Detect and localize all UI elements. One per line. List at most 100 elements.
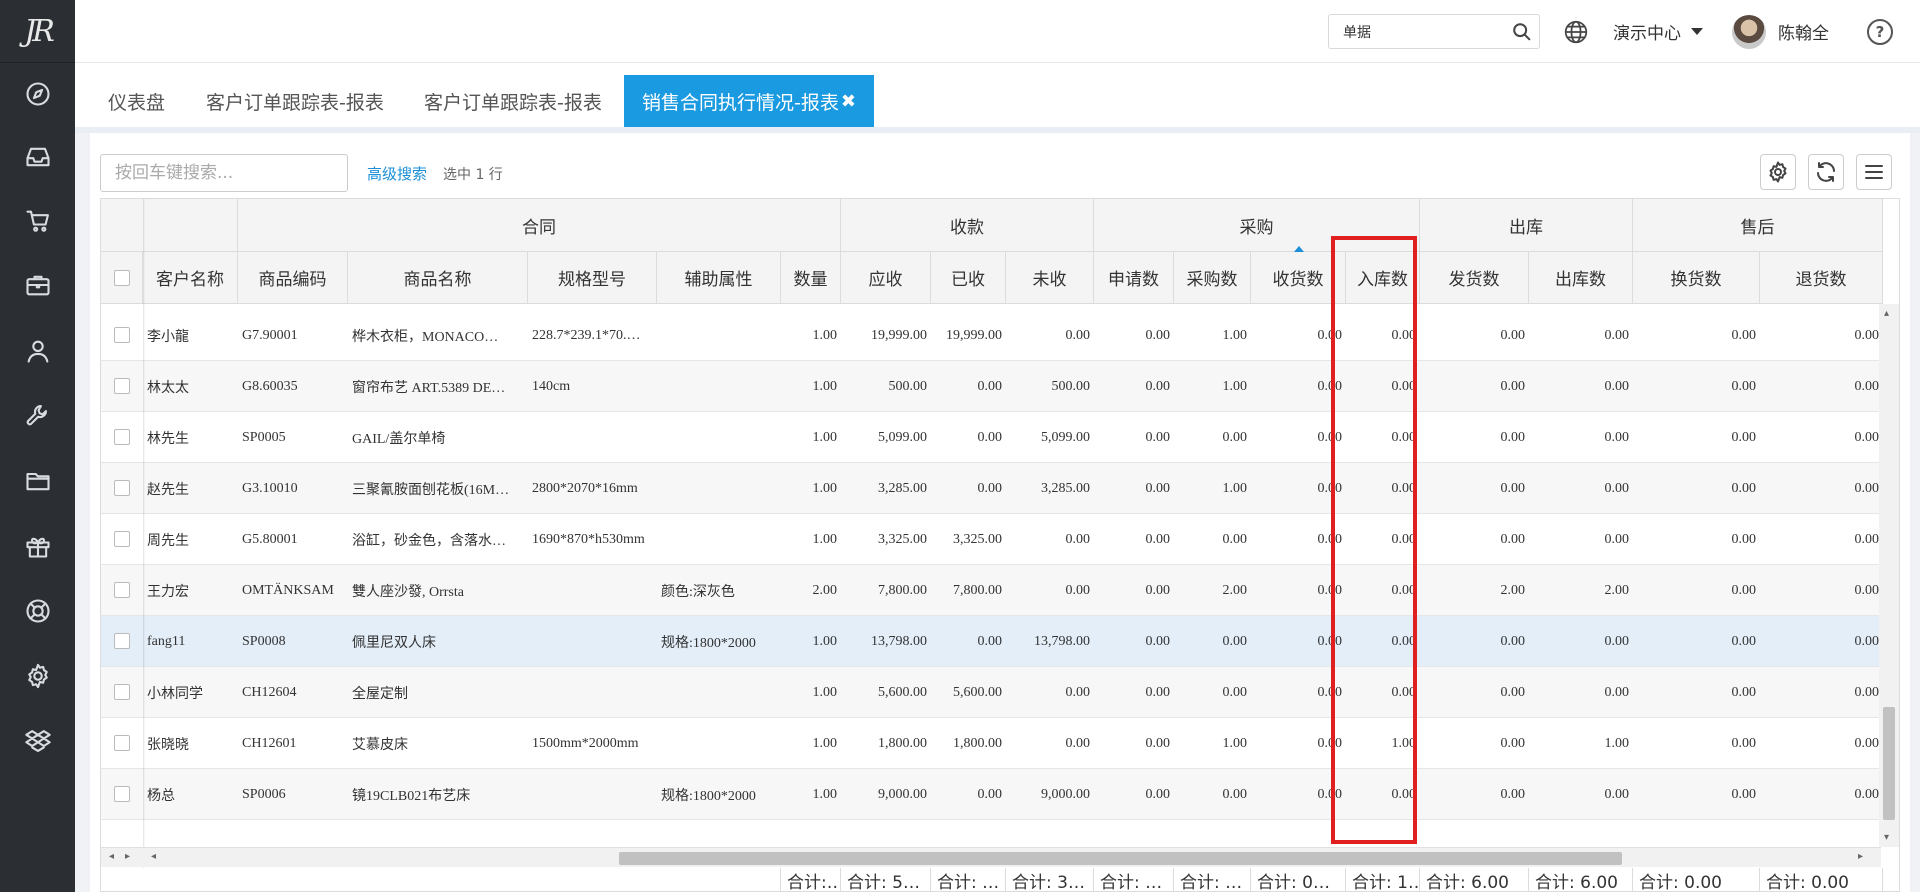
column-header-product-code[interactable]: 商品编码 (238, 252, 348, 304)
footer-total-quantity: 合计:… (781, 868, 841, 891)
cell-requested: 0.00 (1145, 480, 1171, 496)
column-header-received[interactable]: 已收 (931, 252, 1006, 304)
help-button[interactable]: ? (1867, 0, 1893, 63)
tab-dashboard[interactable]: 仪表盘 (108, 75, 165, 127)
grid-search-input[interactable] (101, 155, 347, 191)
table-row[interactable]: 林先生 SP0005 GAIL/盖尔单椅 1.00 5,099.00 0.00 5,099.… (101, 412, 1881, 463)
tab-sales-contract-report[interactable]: 销售合同执行情况-报表 ✖ (624, 75, 874, 127)
dropbox-icon[interactable] (0, 721, 75, 761)
table-row[interactable]: 王力宏 OMTÄNKSAM 雙人座沙發, Orrsta 颜色:深灰色 2.00 7,800… (101, 565, 1881, 616)
cell-product-code: OMTÄNKSAM (242, 582, 334, 598)
scroll-right-arrow-icon[interactable]: ▸ (125, 851, 130, 862)
row-checkbox[interactable] (114, 684, 130, 700)
table-row[interactable]: 小林同学 CH12604 全屋定制 1.00 5,600.00 5,600.00 0.00 0… (101, 667, 1881, 718)
cell-received: 7,800.00 (953, 582, 1002, 598)
app-logo[interactable]: JR (0, 0, 75, 63)
grid-search-box[interactable] (100, 154, 348, 192)
scroll-right-arrow-icon[interactable]: ▸ (1858, 851, 1863, 862)
user-menu[interactable]: 陈翰全 (1732, 0, 1829, 63)
column-header-unreceived[interactable]: 未收 (1006, 252, 1094, 304)
table-row[interactable]: 李小龍 G7.90001 桦木衣柜，MONACO… 228.7*239.1*70.… 1… (101, 310, 1881, 361)
row-checkbox[interactable] (114, 327, 130, 343)
column-header-product-name[interactable]: 商品名称 (348, 252, 528, 304)
scroll-left-arrow-icon[interactable]: ◂ (151, 851, 156, 862)
row-checkbox[interactable] (114, 378, 130, 394)
report-grid: 合同 收款 采购 出库 售后 客户名称 商品编码 商品名称 规格型号 辅助属性 数量 应收已… (100, 198, 1900, 892)
cell-quantity: 1.00 (812, 480, 838, 496)
row-checkbox[interactable] (114, 735, 130, 751)
cell-customer-name: 张晓晓 (147, 737, 189, 753)
scroll-left-arrow-icon[interactable]: ◂ (109, 851, 114, 862)
row-checkbox[interactable] (114, 786, 130, 802)
table-row[interactable]: 林太太 G8.60035 窗帘布艺 ART.5389 DE… 140cm 1.00 500… (101, 361, 1881, 412)
sidebar: JR (0, 0, 75, 892)
cell-purchased: 0.00 (1222, 429, 1248, 445)
cell-returned: 0.00 (1854, 480, 1880, 496)
row-checkbox[interactable] (114, 582, 130, 598)
cell-goods-received: 0.00 (1317, 378, 1343, 394)
language-globe-icon[interactable] (1563, 0, 1589, 63)
column-header-shipped[interactable]: 发货数 (1420, 252, 1529, 304)
cell-requested: 0.00 (1145, 684, 1171, 700)
gift-icon[interactable] (0, 526, 75, 566)
menu-button[interactable] (1856, 154, 1892, 190)
inbox-icon[interactable] (0, 137, 75, 177)
row-checkbox[interactable] (114, 480, 130, 496)
cell-stocked-in: 0.00 (1391, 429, 1417, 445)
column-header-receivable[interactable]: 应收 (841, 252, 931, 304)
refresh-button[interactable] (1808, 154, 1844, 190)
user-icon[interactable] (0, 331, 75, 371)
column-header-customer-name[interactable]: 客户名称 (143, 252, 238, 304)
cell-returned: 0.00 (1854, 327, 1880, 343)
grid-settings-button[interactable] (1760, 154, 1796, 190)
column-header-returned[interactable]: 退货数 (1760, 252, 1883, 304)
global-search-input[interactable] (1329, 15, 1499, 48)
table-row[interactable]: 赵先生 G3.10010 三聚氰胺面刨花板(16M… 2800*2070*16mm 1.… (101, 463, 1881, 514)
cell-quantity: 1.00 (812, 378, 838, 394)
compass-icon[interactable] (0, 74, 75, 114)
tab-customer-order-report-2[interactable]: 客户订单跟踪表-报表 (424, 75, 602, 127)
column-header-requested[interactable]: 申请数 (1094, 252, 1174, 304)
column-header-purchased[interactable]: 采购数 (1174, 252, 1251, 304)
table-row[interactable]: fang11 SP0008 佩里尼双人床 规格:1800*2000 1.00 13,798… (101, 616, 1881, 667)
column-header-spec[interactable]: 规格型号 (528, 252, 657, 304)
row-checkbox[interactable] (114, 429, 130, 445)
row-checkbox[interactable] (114, 531, 130, 547)
table-row[interactable]: 周先生 G5.80001 浴缸，砂金色，含落水… 1690*870*h530mm 1.0… (101, 514, 1881, 565)
search-icon[interactable] (1511, 21, 1533, 43)
row-checkbox[interactable] (114, 633, 130, 649)
cell-spec (528, 769, 657, 820)
column-header-stocked-in[interactable]: 入库数 (1346, 252, 1420, 304)
cart-icon[interactable] (0, 201, 75, 241)
vertical-scroll-thumb[interactable] (1883, 707, 1895, 820)
column-header-goods-received[interactable]: 收货数 (1251, 252, 1346, 304)
advanced-search-link[interactable]: 高级搜索 (367, 163, 427, 184)
settings-gear-icon[interactable] (0, 656, 75, 696)
folder-icon[interactable] (0, 461, 75, 501)
cell-stocked-in: 1.00 (1391, 735, 1417, 751)
column-header-aux-attr[interactable]: 辅助属性 (657, 252, 781, 304)
gear-icon (1769, 161, 1787, 183)
horizontal-scrollbar[interactable]: ◂ ▸ ◂ ▸ (101, 847, 1881, 867)
column-header-outbound[interactable]: 出库数 (1529, 252, 1633, 304)
tab-customer-order-report-1[interactable]: 客户订单跟踪表-报表 (206, 75, 384, 127)
table-row[interactable]: 杨总 SP0006 镜19CLB021布艺床 规格:1800*2000 1.00 9,00… (101, 769, 1881, 820)
cell-unreceived: 9,000.00 (1041, 786, 1090, 802)
column-header-exchanged[interactable]: 换货数 (1633, 252, 1760, 304)
scroll-up-arrow-icon[interactable]: ▴ (1884, 308, 1889, 319)
wrench-icon[interactable] (0, 396, 75, 436)
vertical-scrollbar[interactable]: ▴ ▾ (1879, 304, 1899, 847)
lifebuoy-icon[interactable] (0, 591, 75, 631)
cell-quantity: 1.00 (812, 735, 838, 751)
select-all-checkbox[interactable] (113, 269, 130, 286)
scroll-down-arrow-icon[interactable]: ▾ (1884, 832, 1889, 843)
close-icon[interactable]: ✖ (841, 91, 856, 112)
sort-ascending-icon[interactable] (1294, 246, 1304, 252)
cell-purchased: 1.00 (1222, 735, 1248, 751)
briefcase-icon[interactable] (0, 265, 75, 305)
horizontal-scroll-thumb[interactable] (619, 852, 1622, 865)
demo-center-dropdown[interactable]: 演示中心 (1613, 0, 1703, 63)
column-header-quantity[interactable]: 数量 (781, 252, 841, 304)
table-row[interactable]: 张晓晓 CH12601 艾慕皮床 1500mm*2000mm 1.00 1,800.00 1… (101, 718, 1881, 769)
global-search-box[interactable] (1328, 14, 1540, 49)
